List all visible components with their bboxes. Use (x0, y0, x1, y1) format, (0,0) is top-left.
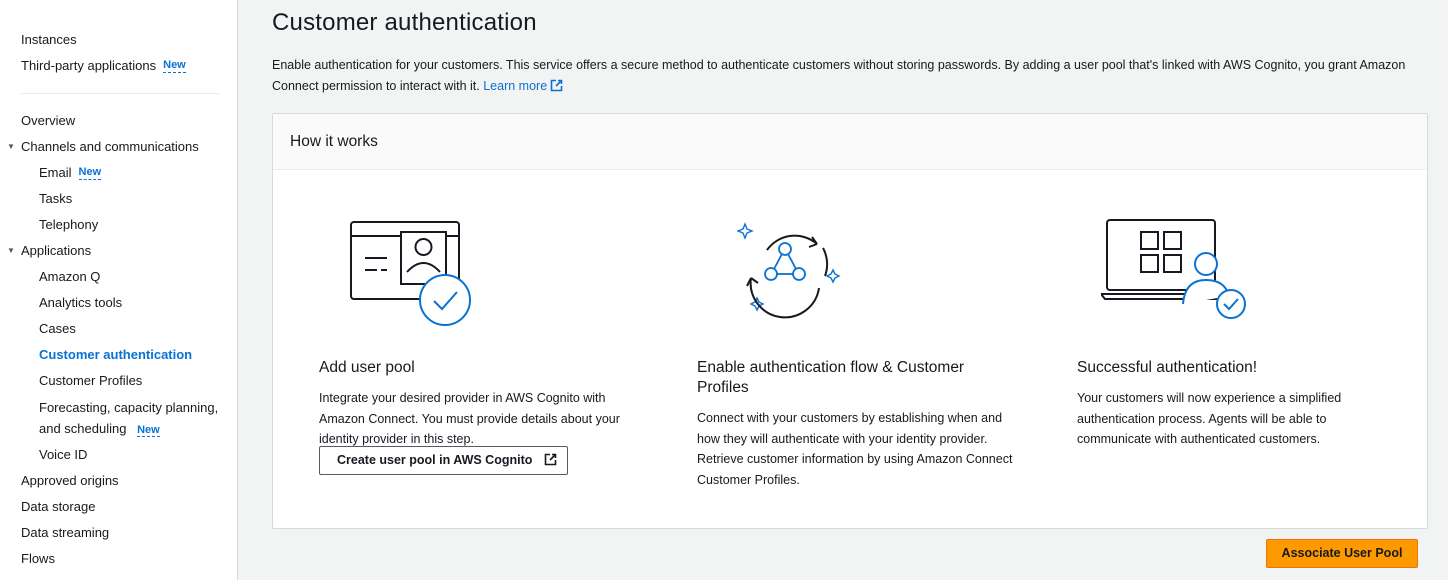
sidebar-item-analytics-tools[interactable]: Analytics tools (0, 290, 237, 316)
page-title: Customer authentication (272, 9, 537, 36)
sidebar-item-instances[interactable]: Instances (0, 27, 237, 53)
sidebar: Instances Third-party applications New O… (0, 0, 238, 580)
sidebar-item-label: Overview (21, 113, 76, 128)
sidebar-item-label: Amazon Q (39, 269, 101, 284)
sidebar-item-label: Approved origins (21, 473, 119, 488)
new-badge: New (137, 424, 160, 437)
sidebar-item-data-streaming[interactable]: Data streaming (0, 520, 237, 546)
user-pool-illustration-icon (350, 221, 471, 326)
step-title: Successful authentication! (1077, 359, 1258, 376)
sidebar-item-voice-id[interactable]: Voice ID (0, 442, 237, 468)
sidebar-item-customer-authentication[interactable]: Customer authentication (0, 342, 237, 368)
authenticated-user-illustration-icon (1101, 219, 1246, 319)
app-root: Instances Third-party applications New O… (0, 0, 1448, 580)
new-badge: New (78, 166, 102, 180)
sidebar-section-label: Channels and communications (21, 139, 199, 154)
sidebar-item-label: Data storage (21, 499, 96, 514)
sidebar-item-label: Cases (39, 321, 76, 336)
authentication-flow-illustration-icon (737, 222, 841, 319)
sidebar-item-overview[interactable]: Overview (0, 108, 237, 134)
how-it-works-card: How it works Add user pool Integrate you… (272, 113, 1428, 529)
sidebar-item-label: and scheduling (39, 421, 127, 436)
step-description: Connect with your customers by establish… (697, 411, 1013, 487)
sidebar-item-tasks[interactable]: Tasks (0, 186, 237, 212)
sidebar-item-approved-origins[interactable]: Approved origins (0, 468, 237, 494)
sidebar-item-cases[interactable]: Cases (0, 316, 237, 342)
sidebar-item-label: Data streaming (21, 525, 110, 540)
sidebar-item-label: Email (39, 165, 72, 180)
card-header: How it works (273, 114, 1427, 170)
sidebar-item-label: Forecasting, capacity planning, (39, 400, 219, 415)
main-content: Customer authentication Enable authentic… (238, 0, 1448, 580)
sidebar-item-label-line2: and scheduling New (39, 418, 237, 439)
sidebar-item-label: Customer Profiles (39, 373, 143, 388)
sidebar-item-label: Flows (21, 551, 55, 566)
sidebar-item-label: Instances (21, 32, 77, 47)
sidebar-item-label: Analytics tools (39, 295, 123, 310)
sidebar-item-label: Third-party applications (21, 58, 157, 73)
external-link-icon (544, 453, 557, 466)
button-label: Create user pool in AWS Cognito (337, 453, 533, 467)
learn-more-label: Learn more (483, 79, 548, 93)
sidebar-item-label: Customer authentication (39, 347, 193, 362)
external-link-icon (550, 79, 563, 92)
sidebar-section-label: Applications (21, 243, 92, 258)
sidebar-section-applications[interactable]: ▼ Applications (0, 238, 237, 264)
step-description: Integrate your desired provider in AWS C… (319, 391, 620, 446)
page-description: Enable authentication for your customers… (272, 55, 1422, 97)
sidebar-item-third-party-applications[interactable]: Third-party applications New (0, 53, 237, 79)
sidebar-divider (21, 93, 220, 94)
description-text: Enable authentication for your customers… (272, 58, 1406, 93)
sidebar-section-channels[interactable]: ▼ Channels and communications (0, 134, 237, 160)
sidebar-item-telephony[interactable]: Telephony (0, 212, 237, 238)
create-user-pool-button[interactable]: Create user pool in AWS Cognito (319, 446, 568, 475)
sidebar-item-amazon-q[interactable]: Amazon Q (0, 264, 237, 290)
associate-user-pool-button[interactable]: Associate User Pool (1266, 539, 1418, 568)
step-title: Add user pool (319, 359, 415, 376)
sidebar-item-label: Tasks (39, 191, 73, 206)
sidebar-item-label: Telephony (39, 217, 99, 232)
new-badge: New (163, 59, 186, 73)
caret-down-icon: ▼ (7, 142, 15, 151)
caret-down-icon: ▼ (7, 246, 15, 255)
sidebar-item-label: Voice ID (39, 447, 88, 462)
sidebar-item-forecasting[interactable]: Forecasting, capacity planning, and sche… (0, 394, 237, 442)
sidebar-item-flows[interactable]: Flows (0, 546, 237, 572)
sidebar-item-email[interactable]: Email New (0, 160, 237, 186)
learn-more-link[interactable]: Learn more (483, 79, 563, 93)
sidebar-item-customer-profiles[interactable]: Customer Profiles (0, 368, 237, 394)
step-description: Your customers will now experience a sim… (1077, 391, 1342, 446)
step-title: Enable authentication flow & Customer Pr… (697, 359, 965, 396)
sidebar-item-data-storage[interactable]: Data storage (0, 494, 237, 520)
